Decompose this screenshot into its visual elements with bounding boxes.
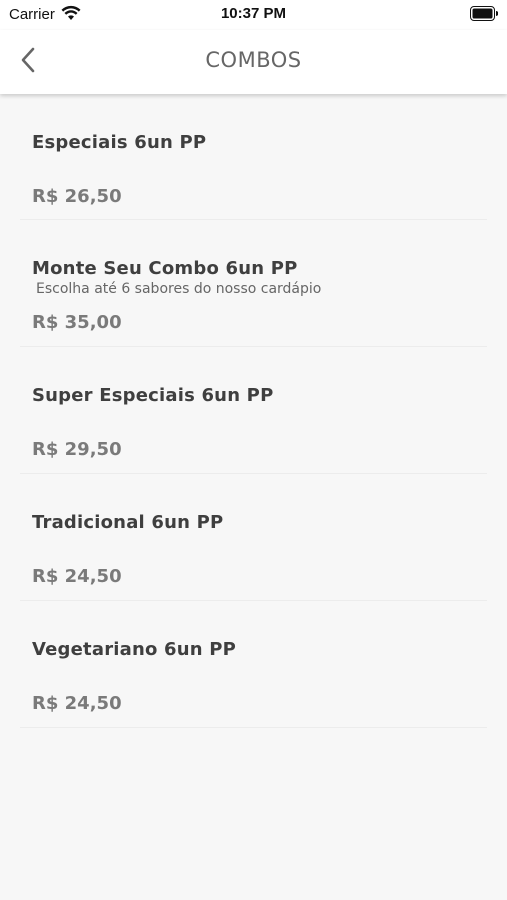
item-price: R$ 26,50: [32, 186, 122, 207]
item-name: Super Especiais 6un PP: [32, 385, 274, 406]
item-name: Monte Seu Combo 6un PP: [32, 258, 298, 279]
combo-list: Especiais 6un PP R$ 26,50 Monte Seu Comb…: [0, 94, 507, 728]
item-name: Vegetariano 6un PP: [32, 639, 237, 660]
item-name: Tradicional 6un PP: [32, 512, 224, 533]
battery-icon: [470, 6, 498, 21]
item-name: Especiais 6un PP: [32, 132, 207, 153]
status-time: 10:37 PM: [220, 5, 287, 22]
item-description: Escolha até 6 sabores do nosso cardápio: [36, 281, 322, 297]
list-item-especiais[interactable]: Especiais 6un PP R$ 26,50: [20, 94, 487, 220]
item-price: R$ 35,00: [32, 312, 122, 333]
list-item-vegetariano[interactable]: Vegetariano 6un PP R$ 24,50: [20, 601, 487, 728]
item-price: R$ 29,50: [32, 439, 122, 460]
page-title: COMBOS: [205, 48, 302, 72]
list-item-super-especiais[interactable]: Super Especiais 6un PP R$ 29,50: [20, 347, 487, 474]
status-bar: Carrier 10:37 PM: [0, 0, 507, 30]
item-price: R$ 24,50: [32, 566, 122, 587]
item-price: R$ 24,50: [32, 693, 122, 714]
navigation-bar: COMBOS: [0, 30, 507, 94]
list-item-monte-seu-combo[interactable]: Monte Seu Combo 6un PP Escolha até 6 sab…: [20, 220, 487, 347]
list-item-tradicional[interactable]: Tradicional 6un PP R$ 24,50: [20, 474, 487, 601]
